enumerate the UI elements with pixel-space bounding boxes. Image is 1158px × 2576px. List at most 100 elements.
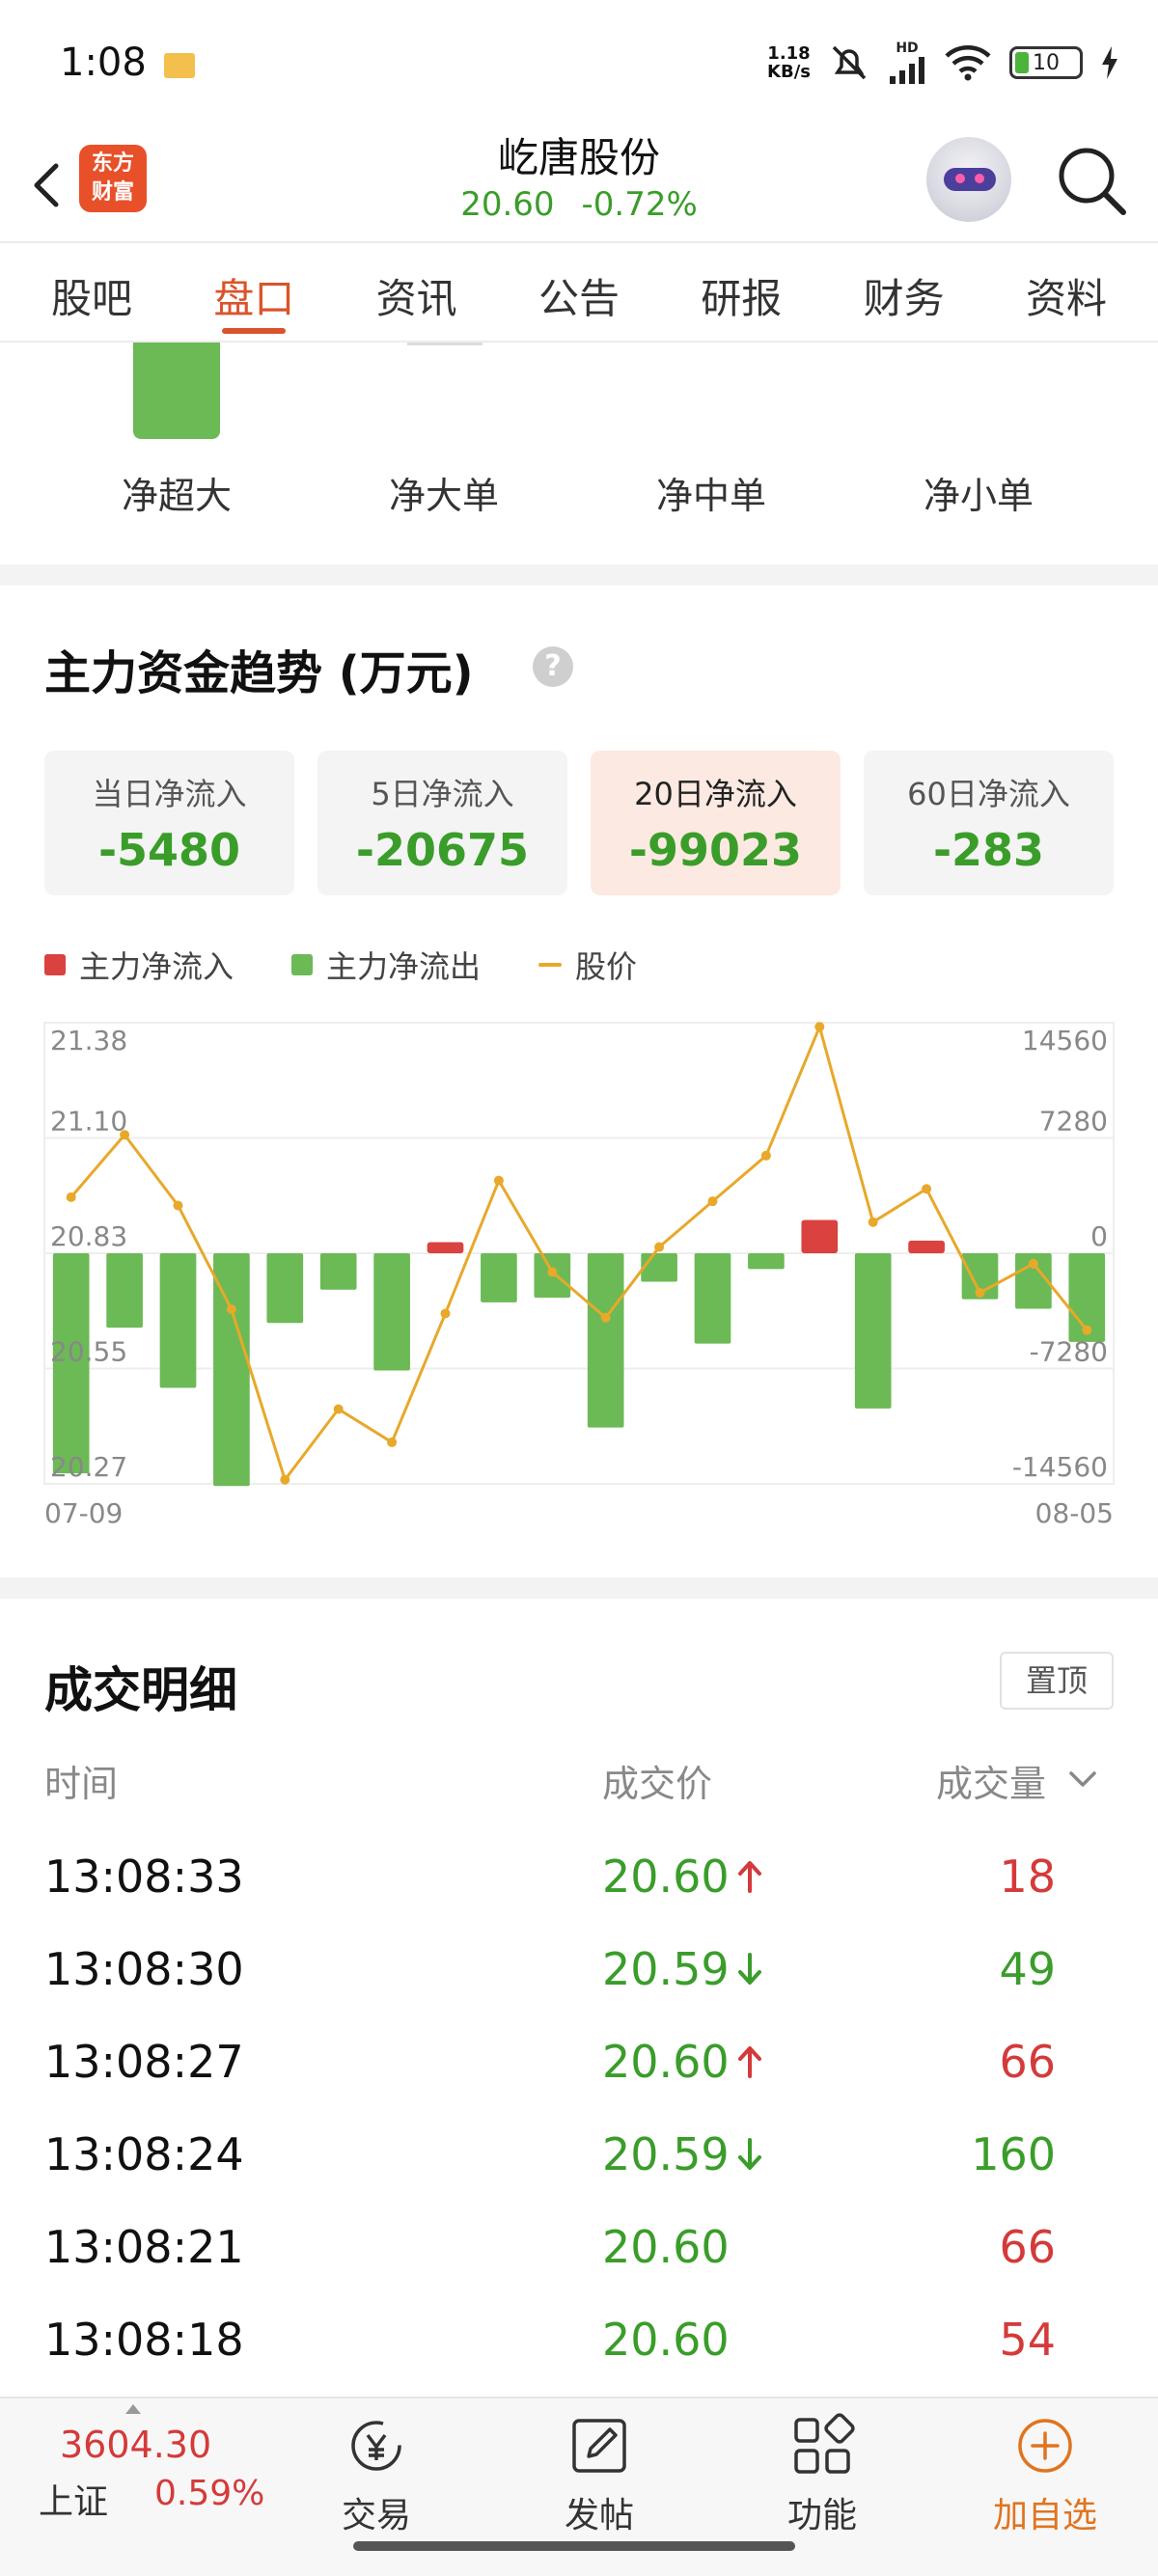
index-change-pct[interactable]: 0.59% [154,2474,264,2513]
capital-trend-chart: 21.38 21.10 20.83 20.55 20.27 14560 7280 0 -7280… [0,1013,1158,1553]
price-point [173,1200,183,1211]
card-60day-inflow[interactable]: 60日净流入 -283 [864,751,1114,895]
legend-label: 股价 [575,948,638,985]
bottom-bar: 3604.30 上证 0.59% 交易 发帖 功能 加自选 [0,2397,1158,2576]
card-today-inflow[interactable]: 当日净流入 -5480 [44,751,294,895]
index-value[interactable]: 3604.30 [60,2424,211,2466]
trade-detail-title: 成交明细 [44,1662,237,1718]
outflow-bar [748,1253,785,1270]
card-value: -5480 [97,824,241,876]
charging-bolt-icon [1102,46,1117,79]
left-axis-tick: 20.83 [50,1220,127,1252]
legend-label: 主力净流入 [79,948,234,985]
legend-outflow: 主力净流出 [291,943,481,987]
trade-row: 13:08:18 20.60 54 [0,2296,1158,2389]
robot-eye-right [975,174,984,183]
price-point [440,1308,451,1319]
assistant-robot-icon[interactable] [926,137,1011,222]
trade-row: 13:08:24 20.59 160 [0,2111,1158,2204]
legend-swatch-outflow [291,954,314,975]
functions-button[interactable]: 功能 [755,2412,890,2537]
robot-visor [944,168,996,191]
chart-legend: 主力净流入 主力净流出 股价 [44,944,637,986]
status-icons: 1.18 KB/s HD 10 [767,39,1119,87]
battery-percent: 10 [1033,50,1060,75]
card-label: 60日净流入 [907,776,1070,812]
section-divider [0,1577,1158,1599]
outflow-bar [481,1253,517,1302]
network-speed-unit: KB/s [767,62,811,82]
tab-bar: 股吧 盘口 资讯 公告 研报 财务 资料 [0,241,1158,343]
add-watchlist-button[interactable]: 加自选 [978,2412,1113,2537]
pin-top-button[interactable]: 置顶 [1000,1652,1114,1710]
trade-volume: 49 [999,1943,1056,1995]
legend-label: 主力净流出 [326,948,482,985]
trade-price: 20.59 [602,1943,730,1995]
right-axis-tick: -7280 [1030,1336,1108,1368]
right-axis-tick: -14560 [1012,1451,1108,1483]
trade-yen-icon [351,2421,401,2471]
price-point [814,1022,825,1032]
net-super-large-bar [133,343,220,439]
card-label: 当日净流入 [92,776,247,812]
header-volume[interactable]: 成交量 [936,1754,1046,1807]
price-point [760,1150,771,1161]
index-name[interactable]: 上证 [39,2474,108,2524]
outflow-bar [213,1253,250,1487]
search-icon[interactable] [1054,143,1131,220]
left-axis-tick: 20.55 [50,1336,127,1368]
tab-profile[interactable]: 资料 [1013,243,1119,341]
tab-announcements[interactable]: 公告 [526,243,632,341]
net-order-label: 净超大 [121,475,232,517]
help-icon[interactable]: ? [533,646,573,687]
add-watchlist-label: 加自选 [992,2496,1097,2535]
price-point [547,1267,558,1277]
trade-volume: 54 [999,2314,1056,2366]
trade-row: 13:08:21 20.60 66 [0,2204,1158,2296]
card-20day-inflow[interactable]: 20日净流入 -99023 [591,751,841,895]
trade-row: 13:08:33 20.60 18 [0,1833,1158,1926]
left-axis-tick: 21.38 [50,1025,127,1056]
price-point [333,1404,344,1414]
stock-header: 东方 财富 屹唐股份 20.60 -0.72% [0,125,1158,241]
cell-signal: HD [888,41,926,84]
mute-bell-icon [832,45,867,80]
card-5day-inflow[interactable]: 5日净流入 -20675 [317,751,567,895]
header-price: 成交价 [602,1763,713,1805]
home-indicator[interactable] [353,2541,795,2551]
trade-row: 13:08:30 20.59 49 [0,1926,1158,2018]
trade-price: 20.60 [602,2221,730,2273]
outflow-bar [266,1253,304,1324]
chevron-down-icon[interactable] [1065,1762,1100,1796]
card-value: -283 [932,824,1045,876]
notification-icon [164,53,195,78]
trade-time: 13:08:27 [44,2036,244,2088]
price-point [1082,1325,1092,1335]
arrow-up-icon [738,2046,761,2078]
functions-grid-icon [794,2413,855,2474]
card-value: -20675 [355,824,530,876]
price-point [975,1287,985,1298]
x-axis-start-label: 07-09 [44,1497,123,1529]
card-label: 5日净流入 [371,776,514,812]
tab-finance[interactable]: 财务 [851,243,957,341]
trade-time: 13:08:24 [44,2128,244,2180]
network-speed-value: 1.18 [767,43,811,64]
net-order-label: 净中单 [655,475,766,517]
trade-button[interactable]: 交易 [309,2412,444,2537]
signal-label: HD [896,41,919,56]
left-axis-tick: 21.10 [50,1106,127,1137]
right-axis-tick: 0 [1090,1220,1108,1252]
trade-volume: 66 [999,2036,1056,2088]
battery-icon: 10 [1009,46,1083,79]
caret-up-icon[interactable] [125,2404,141,2414]
tab-guba[interactable]: 股吧 [39,243,145,341]
post-button[interactable]: 发帖 [532,2412,667,2537]
right-axis-tick: 14560 [1022,1025,1108,1056]
right-axis-tick: 7280 [1039,1106,1108,1137]
tab-news[interactable]: 资讯 [364,243,470,341]
tab-research[interactable]: 研报 [688,243,794,341]
tab-pankou[interactable]: 盘口 [201,243,307,341]
robot-eye-left [955,174,965,183]
post-label: 发帖 [564,2496,634,2535]
